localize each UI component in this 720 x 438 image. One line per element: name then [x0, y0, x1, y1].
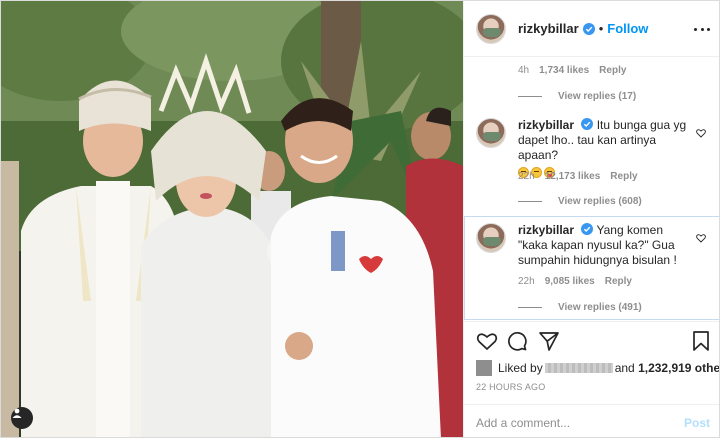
liked-by-prefix: Liked by — [498, 361, 543, 375]
like-heart-icon[interactable] — [476, 330, 498, 352]
action-icons — [476, 330, 710, 354]
avatar[interactable] — [476, 118, 506, 148]
liked-by-summary[interactable]: Liked by and 1,232,919 others — [476, 360, 719, 376]
reply-button[interactable]: Reply — [605, 276, 632, 287]
comment-meta: 22h 9,085 likes Reply — [518, 276, 632, 287]
view-replies-divider — [518, 307, 542, 308]
verified-badge-icon — [581, 223, 594, 235]
view-replies-label: View replies (608) — [558, 196, 642, 207]
comment-time: 22h — [518, 171, 535, 182]
liker-avatar — [476, 360, 492, 376]
reply-button[interactable]: Reply — [610, 171, 637, 182]
reply-button[interactable]: Reply — [599, 65, 626, 76]
more-options-icon[interactable] — [694, 21, 710, 37]
view-replies-divider — [518, 201, 542, 202]
comment-time: 22h — [518, 276, 535, 287]
like-comment-heart-icon[interactable] — [696, 233, 706, 243]
comment-time: 4h — [518, 65, 530, 76]
add-comment-input[interactable] — [476, 415, 666, 430]
comment-icon[interactable] — [506, 330, 528, 352]
view-replies-button[interactable]: View replies (491) — [518, 302, 642, 313]
post-comment-button[interactable]: Post — [684, 416, 710, 430]
view-replies-divider — [518, 96, 542, 97]
add-comment-bar: Post — [464, 404, 719, 437]
view-replies-label: View replies (491) — [558, 302, 642, 313]
wedding-photo-illustration — [1, 1, 463, 437]
like-comment-heart-icon[interactable] — [696, 128, 706, 138]
comment-meta: 22h 12,173 likes Reply — [518, 171, 638, 182]
comments-list[interactable]: 4h 1,734 likes Reply View replies (17) r… — [464, 58, 719, 321]
comment-likes[interactable]: 1,734 likes — [539, 65, 589, 76]
header-username[interactable]: rizkybillar — [518, 21, 579, 36]
post-photo[interactable] — [1, 1, 463, 437]
save-bookmark-icon[interactable] — [690, 330, 712, 352]
follow-button[interactable]: Follow — [607, 21, 648, 36]
instagram-post: rizkybillar • Follow 4h 1,734 likes Repl… — [0, 0, 720, 438]
avatar[interactable] — [476, 13, 506, 44]
comment-meta: 4h 1,734 likes Reply — [518, 65, 626, 76]
tagged-users-icon[interactable] — [11, 407, 33, 429]
view-replies-button[interactable]: View replies (17) — [518, 91, 636, 102]
comment-likes[interactable]: 9,085 likes — [545, 276, 595, 287]
comment-likes[interactable]: 12,173 likes — [545, 171, 601, 182]
verified-badge-icon — [582, 22, 595, 35]
post-timestamp: 22 HOURS AGO — [476, 382, 546, 392]
share-icon[interactable] — [538, 330, 560, 352]
comment-item: rizkybillar Yang komen "kaka kapan nyusu… — [476, 223, 710, 268]
redacted-username — [544, 363, 613, 373]
post-actions: Liked by and 1,232,919 others 22 HOURS A… — [464, 321, 719, 437]
post-side-panel: rizkybillar • Follow 4h 1,734 likes Repl… — [463, 1, 719, 437]
view-replies-button[interactable]: View replies (608) — [518, 196, 642, 207]
avatar[interactable] — [476, 223, 506, 253]
comment-username[interactable]: rizkybillar — [518, 118, 574, 132]
view-replies-label: View replies (17) — [558, 91, 637, 102]
comment-username[interactable]: rizkybillar — [518, 223, 574, 237]
header-separator: • — [598, 21, 604, 36]
likes-count[interactable]: 1,232,919 others — [638, 361, 719, 375]
verified-badge-icon — [581, 118, 594, 130]
liked-by-and: and — [614, 361, 635, 375]
post-header: rizkybillar • Follow — [464, 1, 719, 57]
